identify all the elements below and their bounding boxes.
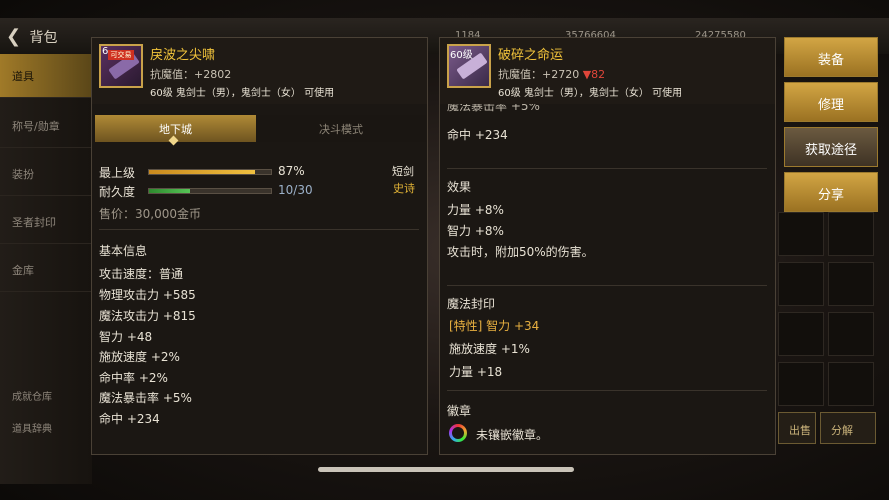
sell-price: 售价：30,000金币 [99,207,201,221]
tradable-tag: 可交易 [108,50,134,60]
button-label: 修理 [817,98,844,113]
button-label: 获取途径 [804,143,857,158]
seal-title: 魔法封印 [447,297,496,311]
effect-line: 力量 +8% [447,203,504,217]
item-level-badge: 60级 [450,50,473,61]
back-button[interactable]: ❮ 背包 [6,26,58,47]
button-label: 装备 [817,53,844,68]
emblem-slot-icon [449,424,467,442]
seal-trait: [特性] 智力 +34 [449,319,540,333]
sidebar-item-seal[interactable]: 圣者封印 [0,200,92,244]
weapon-type: 短剑 [392,165,414,178]
inventory-slot[interactable] [778,212,824,256]
class-requirement: 60级 鬼剑士（男），鬼剑士（女） 可使用 [498,88,683,99]
footer-link-label: 成就仓库 [12,392,52,403]
sidebar-item-label: 装扮 [12,168,34,181]
sidebar-item-label: 金库 [12,264,34,277]
divider [447,285,767,286]
stat-line: 物理攻击力 +585 [99,288,196,302]
stat-line: 命中 +234 [99,412,160,426]
divider [447,168,767,169]
emblem-status: 未镶嵌徽章。 [476,428,549,442]
inventory-slot[interactable] [778,312,824,356]
stat-line: 魔法攻击力 +815 [99,309,196,323]
item-header: 60级 破碎之命运 抗魔值：+2720 ▼82 60级 鬼剑士（男），鬼剑士（女… [440,38,775,104]
home-indicator [318,467,574,472]
footer-link-label: 道具辞典 [12,424,52,435]
item-header: 6 可交易 戾波之尖啸 抗魔值：+2802 60级 鬼剑士（男），鬼剑士（女） … [92,38,427,104]
inventory-slot[interactable] [828,362,874,406]
grade-label: 最上级 [99,166,136,180]
item-name: 破碎之命运 [498,48,564,63]
item-icon: 6 可交易 [99,44,143,88]
durability-label: 耐久度 [99,185,136,199]
tab-pvp[interactable]: 决斗模式 [256,115,426,142]
durability-bar [148,188,272,194]
equip-button[interactable]: 装备 [784,37,878,77]
share-button[interactable]: 分享 [784,172,878,212]
anti-magic-value: 抗魔值：+2802 [150,68,232,81]
divider [447,390,767,391]
seal-line: 施放速度 +1% [449,342,530,356]
item-dictionary-link[interactable]: 道具辞典 [12,420,52,435]
emblem-title: 徽章 [447,404,472,418]
stat-line: 命中率 +2% [99,371,168,385]
durability-bar-fill [149,189,190,193]
sidebar-item-vault[interactable]: 金库 [0,248,92,292]
sell-button[interactable]: 出售 [778,412,816,444]
source-button[interactable]: 获取途径 [784,127,878,167]
repair-button[interactable]: 修理 [784,82,878,122]
button-label: 分享 [817,188,844,203]
class-requirement: 60级 鬼剑士（男），鬼剑士（女） 可使用 [150,88,335,99]
anti-magic-value: 抗魔值：+2720 ▼82 [498,66,605,82]
inventory-slot[interactable] [828,212,874,256]
tab-label: 决斗模式 [319,123,363,136]
inventory-slot[interactable] [828,312,874,356]
grade-bar-fill [149,170,256,174]
stat-line: 命中 +234 [447,128,508,142]
stat-line-partial: 魔法暴击率 +5% [447,104,540,113]
stat-line: 智力 +48 [99,330,153,344]
effect-line: 攻击时，附加50%的伤害。 [447,245,594,259]
item-tooltip-current: 6 可交易 戾波之尖啸 抗魔值：+2802 60级 鬼剑士（男），鬼剑士（女） … [91,37,428,455]
item-icon: 60级 [447,44,491,88]
sidebar-item-items[interactable]: 道具 [0,54,92,98]
rarity-label: 史诗 [393,182,415,195]
back-arrow-icon: ❮ [6,26,22,47]
grade-bar [148,169,272,175]
inventory-slot[interactable] [778,362,824,406]
stat-line: 施放速度 +2% [99,350,180,364]
inventory-slot[interactable] [828,262,874,306]
item-name: 戾波之尖啸 [150,48,216,63]
back-label: 背包 [29,30,58,46]
anti-magic-delta: ▼82 [582,68,606,81]
sidebar-item-label: 道具 [12,70,34,83]
stat-line: 攻击速度：普通 [99,267,184,281]
basic-info-title: 基本信息 [99,244,148,258]
inventory-slot[interactable] [778,262,824,306]
decompose-label: 分解 [831,424,853,437]
stat-line: 魔法暴击率 +5% [99,391,192,405]
anti-magic-text: 抗魔值：+2720 [498,68,580,81]
tab-label: 地下城 [159,123,192,136]
item-tooltip-compare: 60级 破碎之命运 抗魔值：+2720 ▼82 60级 鬼剑士（男），鬼剑士（女… [439,37,776,455]
seal-line: 力量 +18 [449,365,503,379]
sidebar-item-avatar[interactable]: 装扮 [0,152,92,196]
achievement-storage-link[interactable]: 成就仓库 [12,388,52,403]
effect-title: 效果 [447,180,472,194]
durability-value: 10/30 [278,183,313,197]
effect-line: 智力 +8% [447,224,504,238]
sidebar-item-label: 圣者封印 [12,216,56,229]
mode-tabs: 地下城 决斗模式 [92,115,427,146]
sell-label: 出售 [789,424,811,437]
divider [99,229,419,230]
sidebar-item-titles[interactable]: 称号/勋章 [0,104,92,148]
sidebar-item-label: 称号/勋章 [12,120,60,133]
grade-percent: 87% [278,164,305,178]
decompose-button[interactable]: 分解 [820,412,876,444]
